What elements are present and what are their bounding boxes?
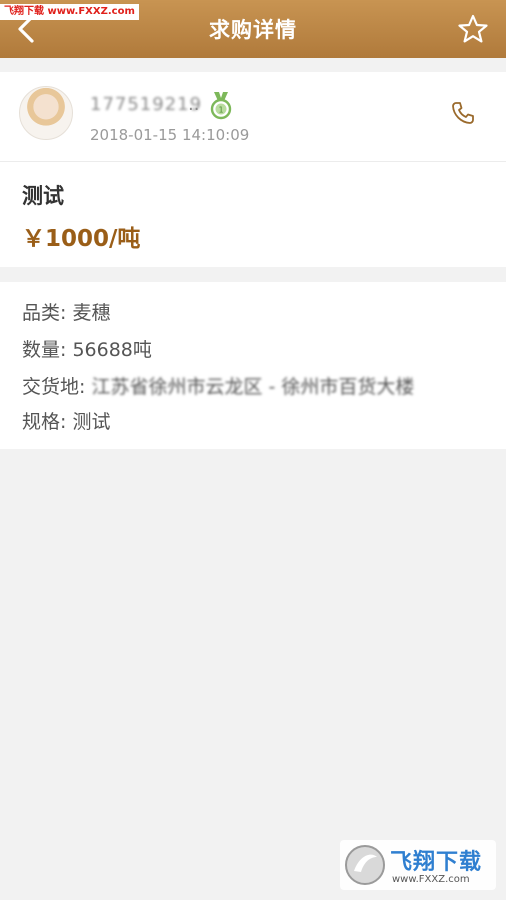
detail-quantity: 数量: 56688吨 xyxy=(22,335,152,362)
item-details: 品类: 麦穗 数量: 56688吨 交货地: 江苏省徐州市云龙区 - 徐州市百货… xyxy=(0,282,506,449)
watermark-bottom: 飞翔下载 www.FXXZ.com xyxy=(340,840,496,890)
detail-location: 交货地: 江苏省徐州市云龙区 - 徐州市百货大楼 xyxy=(22,372,414,399)
watermark-top: 飞翔下载 www.FXXZ.com xyxy=(0,4,139,20)
watermark-brand: 飞翔下载 xyxy=(390,850,483,875)
call-button[interactable] xyxy=(450,100,476,126)
item-price: ￥1000/吨 xyxy=(22,226,141,252)
favorite-button[interactable] xyxy=(458,14,488,44)
star-outline-icon xyxy=(458,14,488,43)
svg-text:1: 1 xyxy=(218,106,223,115)
page-title: 求购详情 xyxy=(209,18,297,42)
spec-value: 测试 xyxy=(72,411,111,433)
item-title: 测试 xyxy=(22,184,64,208)
location-label: 交货地: xyxy=(22,376,86,398)
user-name-ellipsis: .. xyxy=(188,94,200,115)
category-value: 麦穗 xyxy=(72,302,111,324)
item-summary: 测试 ￥1000/吨 xyxy=(0,162,506,267)
category-label: 品类: xyxy=(22,302,67,324)
user-name: 177519219 xyxy=(90,94,203,115)
avatar[interactable] xyxy=(19,86,73,140)
location-value: 江苏省徐州市云龙区 - 徐州市百货大楼 xyxy=(91,376,415,398)
detail-spec: 规格: 测试 xyxy=(22,407,110,434)
post-timestamp: 2018-01-15 14:10:09 xyxy=(90,126,250,144)
watermark-logo-icon xyxy=(345,845,385,885)
medal-icon: 1 xyxy=(210,92,232,120)
phone-icon xyxy=(452,102,474,124)
quantity-label: 数量: xyxy=(22,339,67,361)
spec-label: 规格: xyxy=(22,411,67,433)
watermark-url: www.FXXZ.com xyxy=(392,874,470,885)
seller-card: 177519219 .. 1 2018-01-15 14:10:09 xyxy=(0,72,506,162)
quantity-value: 56688吨 xyxy=(72,339,152,361)
detail-category: 品类: 麦穗 xyxy=(22,298,110,325)
